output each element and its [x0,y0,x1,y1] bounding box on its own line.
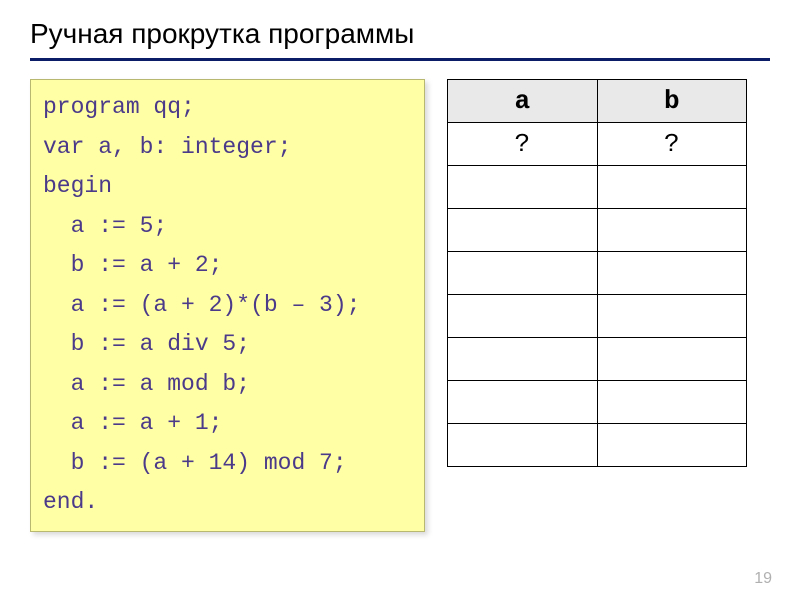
table-cell [448,381,598,424]
table-cell [597,252,747,295]
table-row [448,295,747,338]
table-cell: ? [448,123,598,166]
table-row [448,209,747,252]
table-cell: ? [597,123,747,166]
table-cell [597,166,747,209]
table-row [448,252,747,295]
table-cell [597,209,747,252]
table-cell [597,295,747,338]
slide-title: Ручная прокрутка программы [30,18,770,50]
table-cell [448,295,598,338]
table-cell [597,338,747,381]
code-block: program qq; var a, b: integer; begin a :… [30,79,425,532]
table-header-a: a [448,80,598,123]
slide: Ручная прокрутка программы program qq; v… [0,0,800,600]
title-underline [30,58,770,61]
table-row [448,166,747,209]
table-row: ?? [448,123,747,166]
table-cell [448,338,598,381]
table-row [448,338,747,381]
table-row [448,381,747,424]
page-number: 19 [754,570,772,588]
content-area: program qq; var a, b: integer; begin a :… [30,79,770,532]
table-row [448,424,747,467]
table-cell [448,424,598,467]
table-header-row: a b [448,80,747,123]
table-cell [448,166,598,209]
table-header-b: b [597,80,747,123]
table-cell [597,424,747,467]
table-cell [597,381,747,424]
trace-table: a b ?? [447,79,747,467]
table-cell [448,252,598,295]
table-cell [448,209,598,252]
